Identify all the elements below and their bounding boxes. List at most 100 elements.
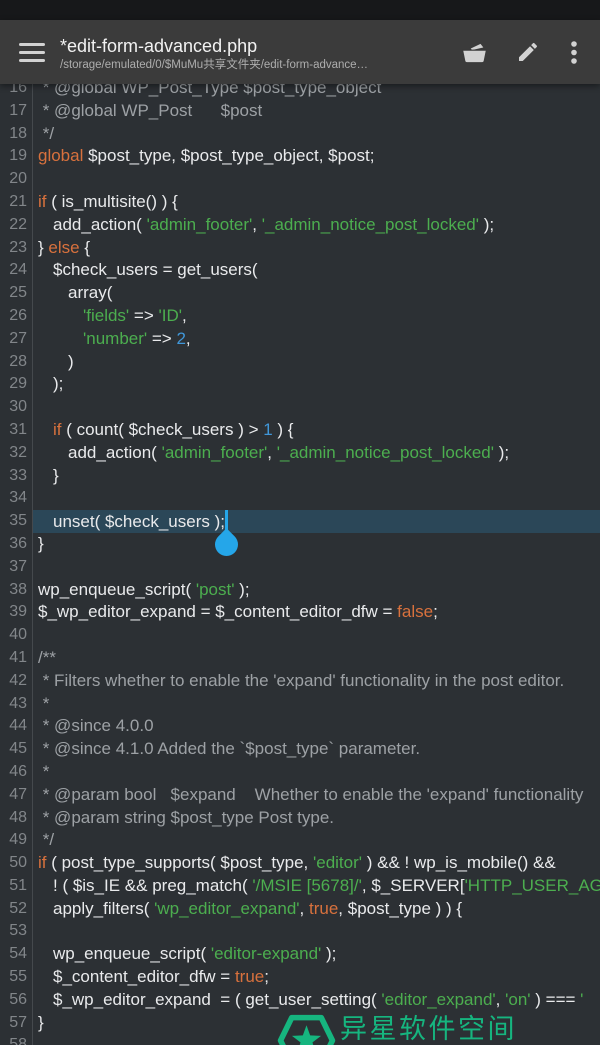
open-file-button[interactable] — [446, 28, 502, 76]
code-line[interactable]: 29 ); — [0, 373, 600, 396]
code-line[interactable]: 53 — [0, 920, 600, 943]
line-number: 46 — [0, 761, 33, 784]
code-line[interactable]: 50if ( post_type_supports( $post_type, '… — [0, 852, 600, 875]
code-editor[interactable]: 16 * @global WP_Post_Type $post_type_obj… — [0, 84, 600, 1045]
code-line[interactable]: 24 $check_users = get_users( — [0, 259, 600, 282]
code-line[interactable]: 32 add_action( 'admin_footer', '_admin_n… — [0, 442, 600, 465]
code-text: /** — [33, 647, 600, 670]
code-text: */ — [33, 123, 600, 146]
code-line[interactable]: 34 — [0, 487, 600, 510]
code-text — [33, 920, 600, 943]
line-number: 22 — [0, 214, 33, 237]
code-line[interactable]: 19global $post_type, $post_type_object, … — [0, 145, 600, 168]
code-line[interactable]: 52 apply_filters( 'wp_editor_expand', tr… — [0, 898, 600, 921]
code-text: * @param bool $expand Whether to enable … — [33, 784, 600, 807]
code-line[interactable]: 46 * — [0, 761, 600, 784]
code-line[interactable]: 48 * @param string $post_type Post type. — [0, 807, 600, 830]
line-number: 48 — [0, 807, 33, 830]
code-text: wp_enqueue_script( 'editor-expand' ); — [33, 943, 600, 966]
line-number: 32 — [0, 442, 33, 465]
file-path: /storage/emulated/0/$MuMu共享文件夹/edit-form… — [60, 58, 446, 73]
line-number: 49 — [0, 829, 33, 852]
code-line[interactable]: 26 'fields' => 'ID', — [0, 305, 600, 328]
hamburger-icon — [19, 43, 45, 46]
line-number: 24 — [0, 259, 33, 282]
code-line[interactable]: 40 — [0, 624, 600, 647]
line-number: 18 — [0, 123, 33, 146]
open-folder-icon — [459, 40, 490, 65]
code-line[interactable]: 41/** — [0, 647, 600, 670]
line-number: 44 — [0, 715, 33, 738]
code-text — [33, 487, 600, 510]
code-line[interactable]: 20 — [0, 168, 600, 191]
code-line[interactable]: 37 — [0, 556, 600, 579]
code-text: apply_filters( 'wp_editor_expand', true,… — [33, 898, 600, 921]
code-line[interactable]: 57} — [0, 1012, 600, 1035]
code-line[interactable]: 18 */ — [0, 123, 600, 146]
code-lines: 16 * @global WP_Post_Type $post_type_obj… — [0, 84, 600, 1045]
line-number: 29 — [0, 373, 33, 396]
code-text: $_wp_editor_expand = $_content_editor_df… — [33, 601, 600, 624]
line-number: 56 — [0, 989, 33, 1012]
line-number: 35 — [0, 510, 33, 533]
code-line[interactable]: 51 ! ( $is_IE && preg_match( '/MSIE [567… — [0, 875, 600, 898]
line-number: 19 — [0, 145, 33, 168]
code-line[interactable]: 58 — [0, 1034, 600, 1045]
overflow-dots-icon — [571, 41, 577, 64]
code-line[interactable]: 39$_wp_editor_expand = $_content_editor_… — [0, 601, 600, 624]
overflow-menu-button[interactable] — [554, 28, 594, 76]
code-line[interactable]: 38wp_enqueue_script( 'post' ); — [0, 579, 600, 602]
line-number: 47 — [0, 784, 33, 807]
line-number: 40 — [0, 624, 33, 647]
code-line[interactable]: 28 ) — [0, 351, 600, 374]
code-text: * — [33, 693, 600, 716]
code-line[interactable]: 31 if ( count( $check_users ) > 1 ) { — [0, 419, 600, 442]
code-line[interactable]: 16 * @global WP_Post_Type $post_type_obj… — [0, 84, 600, 100]
line-number: 27 — [0, 328, 33, 351]
code-text: $_wp_editor_expand = ( get_user_setting(… — [33, 989, 600, 1012]
code-text: wp_enqueue_script( 'post' ); — [33, 579, 600, 602]
code-line[interactable]: 36} — [0, 533, 600, 556]
line-number: 45 — [0, 738, 33, 761]
code-line[interactable]: 25 array( — [0, 282, 600, 305]
code-line[interactable]: 35 unset( $check_users ); — [0, 510, 600, 533]
code-line[interactable]: 54 wp_enqueue_script( 'editor-expand' ); — [0, 943, 600, 966]
code-line[interactable]: 27 'number' => 2, — [0, 328, 600, 351]
line-number: 54 — [0, 943, 33, 966]
line-number: 28 — [0, 351, 33, 374]
edit-mode-button[interactable] — [502, 28, 554, 76]
code-line[interactable]: 33 } — [0, 465, 600, 488]
code-line[interactable]: 23} else { — [0, 237, 600, 260]
menu-button[interactable] — [10, 28, 54, 76]
code-line[interactable]: 49 */ — [0, 829, 600, 852]
code-line[interactable]: 42 * Filters whether to enable the 'expa… — [0, 670, 600, 693]
code-line[interactable]: 17 * @global WP_Post $post — [0, 100, 600, 123]
code-text: if ( count( $check_users ) > 1 ) { — [33, 419, 600, 442]
line-number: 30 — [0, 396, 33, 419]
code-line[interactable]: 56 $_wp_editor_expand = ( get_user_setti… — [0, 989, 600, 1012]
code-line[interactable]: 21if ( is_multisite() ) { — [0, 191, 600, 214]
code-line[interactable]: 30 — [0, 396, 600, 419]
line-number: 50 — [0, 852, 33, 875]
code-line[interactable]: 22 add_action( 'admin_footer', '_admin_n… — [0, 214, 600, 237]
line-number: 39 — [0, 601, 33, 624]
code-line[interactable]: 43 * — [0, 693, 600, 716]
line-number: 58 — [0, 1034, 33, 1045]
line-number: 53 — [0, 920, 33, 943]
line-number: 57 — [0, 1012, 33, 1035]
code-text — [33, 168, 600, 191]
code-line[interactable]: 55 $_content_editor_dfw = true; — [0, 966, 600, 989]
line-number: 26 — [0, 305, 33, 328]
code-line[interactable]: 45 * @since 4.1.0 Added the `$post_type`… — [0, 738, 600, 761]
code-text: } — [33, 533, 600, 556]
code-text: } else { — [33, 237, 600, 260]
code-text: * @param string $post_type Post type. — [33, 807, 600, 830]
line-number: 42 — [0, 670, 33, 693]
code-text: * @since 4.0.0 — [33, 715, 600, 738]
code-text: $_content_editor_dfw = true; — [33, 966, 600, 989]
text-cursor[interactable] — [225, 510, 228, 531]
code-line[interactable]: 44 * @since 4.0.0 — [0, 715, 600, 738]
code-line[interactable]: 47 * @param bool $expand Whether to enab… — [0, 784, 600, 807]
code-text: * — [33, 761, 600, 784]
line-number: 43 — [0, 693, 33, 716]
